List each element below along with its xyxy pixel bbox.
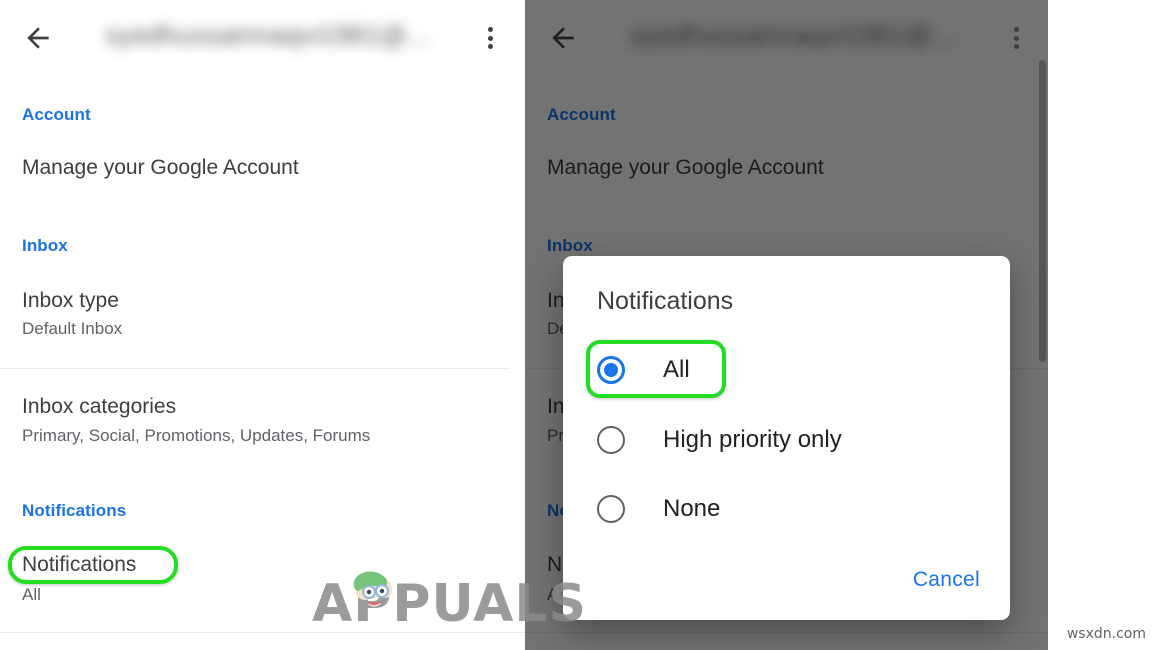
row-inbox-type[interactable]: Inbox type	[22, 289, 119, 313]
dot	[487, 44, 493, 49]
dialog-title: Notifications	[597, 287, 734, 315]
appuals-mascot-icon	[353, 571, 392, 607]
row-inbox-type-value: Default Inbox	[22, 319, 123, 338]
scrollbar-thumb[interactable]	[1039, 60, 1046, 362]
appuals-watermark: APPUALS	[312, 566, 586, 634]
radio-option-label: None	[663, 495, 721, 522]
radio-option-high-priority-only[interactable]: High priority only	[597, 418, 842, 462]
row-inbox-categories-value: Primary, Social, Promotions, Updates, Fo…	[22, 426, 371, 445]
divider	[0, 368, 510, 369]
divider	[525, 632, 1048, 633]
screenshot-root: syedhussainnaqvi1981@... Account Manage …	[0, 0, 1160, 650]
radio-option-label: All	[663, 356, 690, 383]
row-notifications[interactable]: Notifications	[22, 553, 136, 577]
app-bar-left: syedhussainnaqvi1981@...	[0, 0, 525, 75]
app-bar-right: syedhussainnaqvi1981@...	[525, 0, 1048, 75]
notifications-dialog: Notifications All High priority only Non…	[563, 256, 1010, 620]
section-header-inbox: Inbox	[547, 236, 593, 255]
row-notifications-value: All	[22, 585, 41, 604]
section-header-inbox: Inbox	[22, 236, 68, 255]
radio-button-selected-icon[interactable]	[597, 356, 625, 384]
more-vertical-icon[interactable]	[477, 25, 503, 51]
arrow-left-icon[interactable]	[547, 22, 579, 54]
dot	[487, 27, 493, 32]
cancel-button[interactable]: Cancel	[905, 562, 988, 598]
section-header-account: Account	[22, 105, 91, 124]
radio-option-none[interactable]: None	[597, 487, 720, 531]
radio-option-all[interactable]: All	[597, 348, 690, 392]
more-vertical-icon[interactable]	[1003, 25, 1029, 51]
row-manage-google-account[interactable]: Manage your Google Account	[22, 156, 299, 180]
account-email-title: syedhussainnaqvi1981@...	[105, 20, 430, 50]
row-inbox-categories[interactable]: Inbox categories	[22, 395, 176, 419]
page-gutter	[1048, 0, 1160, 650]
section-header-notifications: Notifications	[22, 501, 127, 520]
radio-button-icon[interactable]	[597, 495, 625, 523]
arrow-left-icon[interactable]	[22, 22, 54, 54]
dot	[1013, 27, 1019, 32]
site-watermark: wsxdn.com	[1066, 626, 1146, 642]
radio-option-label: High priority only	[663, 426, 842, 453]
dot	[1013, 44, 1019, 49]
radio-button-icon[interactable]	[597, 426, 625, 454]
row-manage-google-account[interactable]: Manage your Google Account	[547, 156, 824, 180]
section-header-account: Account	[547, 105, 616, 124]
dot	[1013, 35, 1019, 41]
account-email-title: syedhussainnaqvi1981@...	[630, 20, 955, 50]
dot	[487, 35, 493, 41]
settings-panel-before: syedhussainnaqvi1981@... Account Manage …	[0, 0, 525, 650]
